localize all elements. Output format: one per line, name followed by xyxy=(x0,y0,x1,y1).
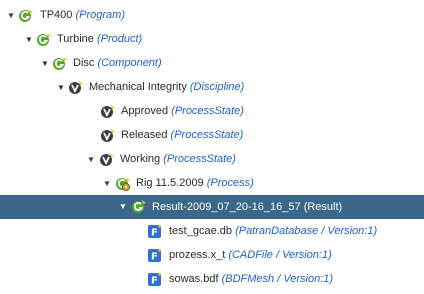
dark-v-icon xyxy=(100,128,116,143)
blue-f-file-icon: F xyxy=(147,224,163,239)
dark-v-icon xyxy=(100,104,116,119)
node-name: prozess.x_t xyxy=(169,249,226,261)
expand-toggle-icon[interactable]: ▼ xyxy=(102,172,112,195)
node-type: (BDFMesh / Version:1) xyxy=(221,273,334,285)
green-g-icon xyxy=(18,8,34,23)
dark-v-icon xyxy=(99,152,115,167)
expand-toggle-icon[interactable]: ▼ xyxy=(6,4,16,27)
node-name: Approved xyxy=(121,105,169,117)
node-name: Result-2009_07_20-16_16_57 xyxy=(152,201,301,213)
node-name: Rig 11.5.2009 xyxy=(136,177,204,189)
tree-node-mechanical-integrity[interactable]: ▼ Mechanical Integrity (Discipline) xyxy=(0,76,424,99)
blue-f-file-icon: F xyxy=(147,272,163,287)
tree-node-result-selected[interactable]: ▼ Result-2009_07_20-16_16_57 (Result) xyxy=(0,195,424,219)
node-type: (Product) xyxy=(96,33,143,45)
tree-node-rig[interactable]: ▼ Rig 11.5.2009 (Process) xyxy=(0,172,424,195)
svg-text:F: F xyxy=(151,252,158,263)
node-type: (Discipline) xyxy=(189,81,245,93)
node-type: (ProcessState) xyxy=(163,153,236,165)
tree-node-working[interactable]: ▼ Working (ProcessState) xyxy=(0,148,424,171)
node-type: (ProcessState) xyxy=(171,105,244,117)
node-type: (CADFile / Version:1) xyxy=(228,249,332,261)
node-name: Released xyxy=(121,129,168,141)
tree-node-sowas-bdf[interactable]: F sowas.bdf (BDFMesh / Version:1) xyxy=(0,268,424,291)
dark-v-icon xyxy=(68,80,84,95)
expand-toggle-icon[interactable]: ▼ xyxy=(118,195,128,219)
svg-text:F: F xyxy=(151,276,158,287)
node-type: (ProcessState) xyxy=(170,129,244,141)
tree-node-approved[interactable]: Approved (ProcessState) xyxy=(0,100,424,123)
node-type: (Process) xyxy=(206,177,254,189)
node-name: Working xyxy=(120,153,161,165)
tree-node-prozess-x-t[interactable]: F prozess.x_t (CADFile / Version:1) xyxy=(0,244,424,267)
tree-node-disc[interactable]: ▼ Disc (Component) xyxy=(0,52,424,75)
tree-node-turbine[interactable]: ▼ Turbine (Product) xyxy=(0,28,424,51)
green-g-icon xyxy=(52,56,68,71)
tree-node-tp400[interactable]: ▼ TP400 (Program) xyxy=(0,4,424,27)
tree-node-test-gcae-db[interactable]: F test_gcae.db (PatranDatabase / Version… xyxy=(0,220,424,243)
svg-text:F: F xyxy=(151,228,158,239)
project-tree: ▼ TP400 (Program) ▼ Turbine (Product) ▼ … xyxy=(0,0,424,294)
node-type: (Component) xyxy=(97,57,162,69)
node-name: Turbine xyxy=(57,33,94,45)
node-name: sowas.bdf xyxy=(169,273,219,285)
node-name: test_gcae.db xyxy=(169,225,232,237)
node-type: (Program) xyxy=(75,9,125,21)
node-name: Mechanical Integrity xyxy=(89,81,187,93)
expand-toggle-icon[interactable]: ▼ xyxy=(40,52,50,75)
green-g-icon xyxy=(131,199,147,214)
green-g-icon xyxy=(36,32,52,47)
gear-process-icon xyxy=(115,176,131,191)
expand-toggle-icon[interactable]: ▼ xyxy=(56,76,66,99)
node-name: Disc xyxy=(73,57,95,69)
expand-toggle-icon[interactable]: ▼ xyxy=(24,28,34,51)
node-name: TP400 xyxy=(40,9,73,21)
expand-toggle-icon[interactable]: ▼ xyxy=(86,148,96,171)
tree-node-released[interactable]: Released (ProcessState) xyxy=(0,124,424,147)
node-type: (Result) xyxy=(303,201,343,213)
blue-f-file-icon: F xyxy=(147,248,163,263)
node-type: (PatranDatabase / Version:1) xyxy=(235,225,378,237)
